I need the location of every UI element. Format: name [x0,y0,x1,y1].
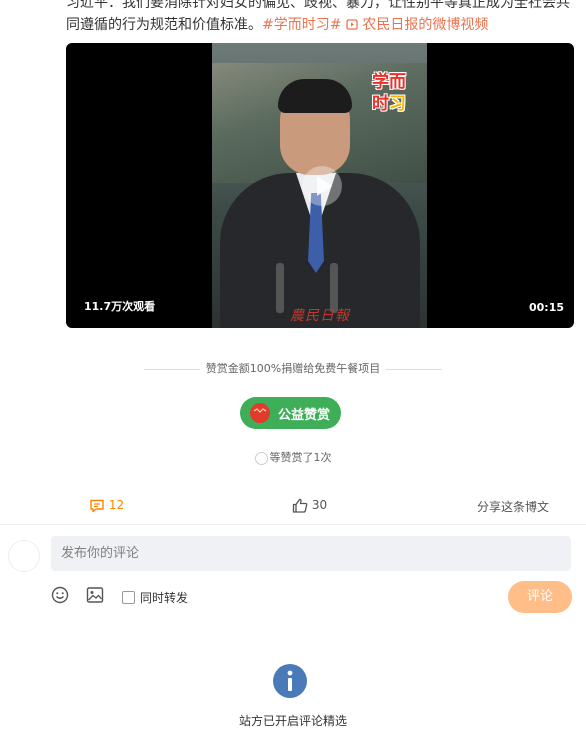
comment-selection-notice: 站方已开启评论精选 [238,714,347,728]
post-text: 习近平：我们要消除针对妇女的偏见、歧视、暴力，让性别平等真正成为全社会共 同遵循… [66,0,581,36]
reward-note: 赞赏金额100%捐赠给免费午餐项目 [0,360,586,376]
checkbox-icon[interactable] [122,591,135,604]
comment-count: 12 [108,498,125,512]
video-link-icon [346,17,362,33]
image-icon[interactable] [86,586,104,608]
like-count: 30 [311,498,328,512]
comment-input[interactable] [51,536,571,571]
info-icon [272,663,308,703]
newspaper-seal: 農民日報 [290,308,350,324]
emoji-icon[interactable] [51,586,69,608]
divider [0,524,586,525]
topic-tag[interactable]: #学而时习# [262,17,341,33]
like-action[interactable]: 30 [292,498,327,513]
share-action[interactable]: 分享这条博文 [477,498,549,515]
post-text-line2: 同遵循的行为规范和价值标准。 [66,17,262,33]
thumbs-up-icon [292,498,308,513]
view-count: 11.7万次观看 [84,300,156,313]
forward-checkbox[interactable]: 同时转发 [122,589,188,606]
share-label: 分享这条博文 [477,500,550,514]
comment-icon [90,499,104,512]
video-duration: 00:15 [528,301,564,314]
rewarder-avatar-icon [254,451,268,465]
submit-comment-button[interactable]: 评论 [508,581,572,613]
program-logo: 学而 时习 [372,72,406,114]
comment-action[interactable]: 12 [89,498,124,513]
newspaper-logo-icon [250,403,270,423]
reward-count: 等赞赏了1次 [0,449,586,465]
post-text-line1: 习近平：我们要消除针对妇女的偏见、歧视、暴力，让性别平等真正成为全社会共 [66,0,570,11]
forward-label: 同时转发 [140,591,189,605]
avatar [8,540,40,572]
video-source-link[interactable]: 农民日报的微博视频 [362,17,488,33]
video-player[interactable]: 学而 时习 農民日報 11.7万次观看 00:15 [66,43,574,328]
charity-reward-button[interactable]: 公益赞赏 [240,397,341,429]
play-icon[interactable] [302,166,342,206]
